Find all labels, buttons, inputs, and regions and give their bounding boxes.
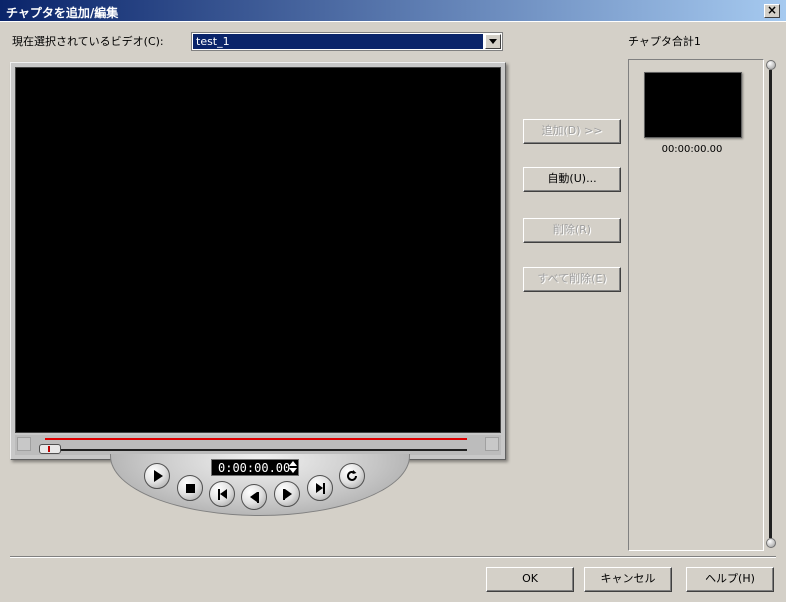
stop-button[interactable] <box>177 475 203 501</box>
window-title: チャプタを追加/編集 <box>6 6 119 20</box>
chapter-count-label: チャプタ合計1 <box>628 35 701 48</box>
skip-end-icon <box>315 483 323 493</box>
play-icon <box>154 470 163 482</box>
skip-start-icon <box>219 489 227 499</box>
scroll-down-knob[interactable] <box>766 538 776 548</box>
current-video-label: 現在選択されているビデオ(C): <box>12 35 164 48</box>
stop-icon <box>185 483 195 493</box>
chapter-list: 00:00:00.00 <box>628 59 764 551</box>
close-button[interactable]: × <box>764 4 780 18</box>
cancel-button[interactable]: キャンセル <box>584 567 672 592</box>
chevron-down-icon[interactable] <box>485 34 501 49</box>
chapter-thumbnail[interactable] <box>644 72 742 138</box>
previous-frame-button[interactable] <box>241 484 267 510</box>
go-to-start-button[interactable] <box>209 481 235 507</box>
chapter-time: 00:00:00.00 <box>661 144 723 155</box>
delete-chapter-button[interactable]: 削除(R) <box>523 218 621 243</box>
repeat-button[interactable] <box>339 463 365 489</box>
add-chapter-button[interactable]: 追加(D) >> <box>523 119 621 144</box>
next-frame-icon <box>284 489 292 499</box>
trim-range-line <box>45 438 467 440</box>
video-dropdown[interactable]: test_1 <box>191 32 503 51</box>
play-button[interactable] <box>144 463 170 489</box>
timecode-spinner[interactable] <box>288 460 298 475</box>
video-dropdown-value: test_1 <box>193 34 483 49</box>
video-preview-panel <box>10 62 506 460</box>
video-preview-screen <box>15 67 501 433</box>
spin-down-icon[interactable] <box>289 468 297 473</box>
prev-bar-icon <box>256 491 259 503</box>
chapter-scrollbar[interactable] <box>764 60 778 550</box>
scrollbar-track[interactable] <box>769 70 772 538</box>
trim-end-button[interactable] <box>485 437 499 451</box>
trim-bar <box>15 435 501 455</box>
spin-up-icon[interactable] <box>289 461 297 466</box>
help-button[interactable]: ヘルプ(H) <box>686 567 774 592</box>
delete-all-chapters-button[interactable]: すべて削除(E) <box>523 267 621 292</box>
prev-frame-icon <box>249 492 257 502</box>
title-bar: チャプタを追加/編集 × <box>0 0 786 22</box>
ok-button[interactable]: OK <box>486 567 574 592</box>
timecode-display[interactable]: 0:00:00.00 <box>211 459 299 476</box>
end-bar-icon <box>322 482 325 494</box>
scroll-up-knob[interactable] <box>766 60 776 70</box>
scrub-handle[interactable] <box>39 444 61 454</box>
auto-chapter-button[interactable]: 自動(U)... <box>523 167 621 192</box>
scrub-track[interactable] <box>45 449 467 451</box>
trim-start-button[interactable] <box>17 437 31 451</box>
repeat-icon <box>347 470 357 481</box>
next-frame-button[interactable] <box>274 481 300 507</box>
go-to-end-button[interactable] <box>307 475 333 501</box>
footer-divider <box>10 556 776 558</box>
